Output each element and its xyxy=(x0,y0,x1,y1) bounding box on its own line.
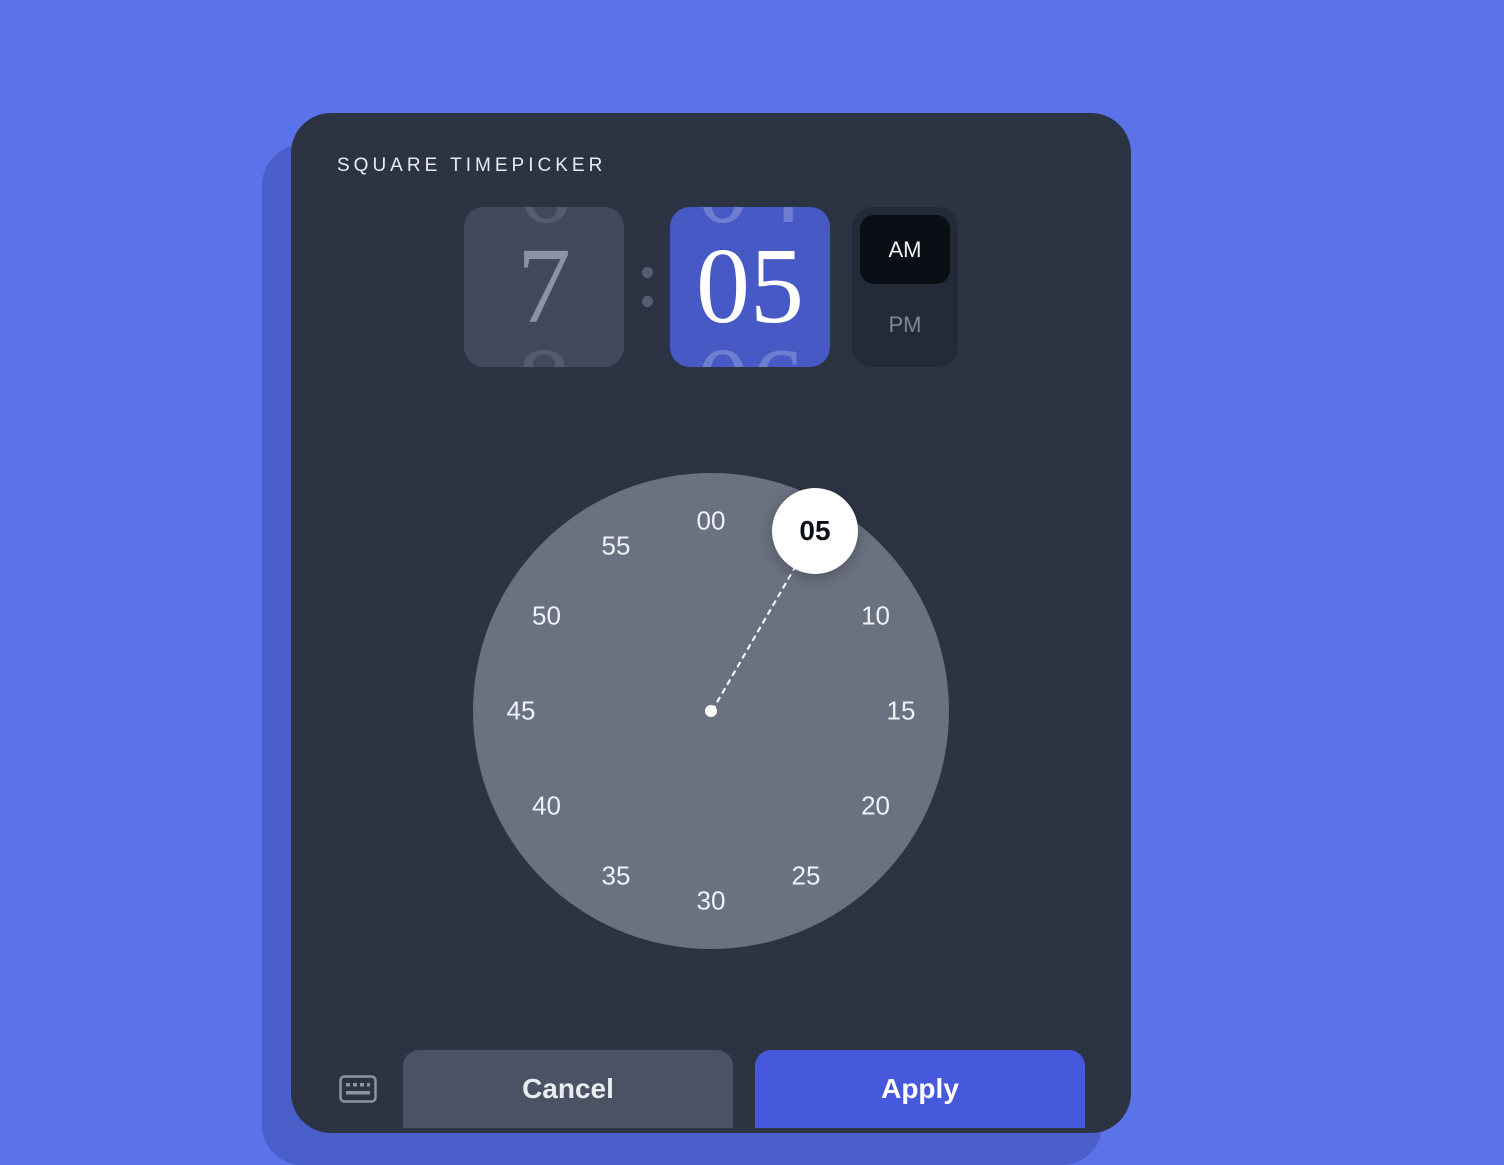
clock-tick-25[interactable]: 25 xyxy=(776,860,836,891)
keyboard-icon[interactable] xyxy=(337,1075,381,1103)
timepicker-card: SQUARE TIMEPICKER 6 7 8 04 05 06 AM PM 0… xyxy=(291,113,1131,1133)
hour-tile[interactable]: 6 7 8 xyxy=(464,207,624,367)
clock-tick-35[interactable]: 35 xyxy=(586,860,646,891)
clock-tick-50[interactable]: 50 xyxy=(516,601,576,632)
clock-tick-15[interactable]: 15 xyxy=(871,696,931,727)
clock-tick-00[interactable]: 00 xyxy=(681,506,741,537)
minute-value: 05 xyxy=(696,233,804,341)
clock-tick-30[interactable]: 30 xyxy=(681,886,741,917)
am-button[interactable]: AM xyxy=(860,215,950,284)
pm-button[interactable]: PM xyxy=(860,290,950,359)
clock-container: 05 000510152025303540455055 xyxy=(337,377,1085,1045)
clock-face[interactable]: 05 000510152025303540455055 xyxy=(473,473,949,949)
clock-center-dot xyxy=(705,705,717,717)
time-display-row: 6 7 8 04 05 06 AM PM xyxy=(337,207,1085,367)
time-colon xyxy=(624,267,670,307)
apply-button[interactable]: Apply xyxy=(755,1050,1085,1128)
hour-value: 7 xyxy=(517,233,571,341)
bottom-action-row: Cancel Apply xyxy=(337,1045,1085,1133)
card-title: SQUARE TIMEPICKER xyxy=(337,155,1085,177)
clock-tick-20[interactable]: 20 xyxy=(846,791,906,822)
clock-knob[interactable]: 05 xyxy=(772,488,858,574)
clock-hand-line xyxy=(711,565,797,711)
colon-dot xyxy=(642,267,653,278)
minute-tile[interactable]: 04 05 06 xyxy=(670,207,830,367)
cancel-button[interactable]: Cancel xyxy=(403,1050,733,1128)
colon-dot xyxy=(642,296,653,307)
ampm-toggle: AM PM xyxy=(852,207,958,367)
clock-tick-40[interactable]: 40 xyxy=(516,791,576,822)
clock-tick-45[interactable]: 45 xyxy=(491,696,551,727)
clock-tick-55[interactable]: 55 xyxy=(586,531,646,562)
clock-tick-10[interactable]: 10 xyxy=(846,601,906,632)
